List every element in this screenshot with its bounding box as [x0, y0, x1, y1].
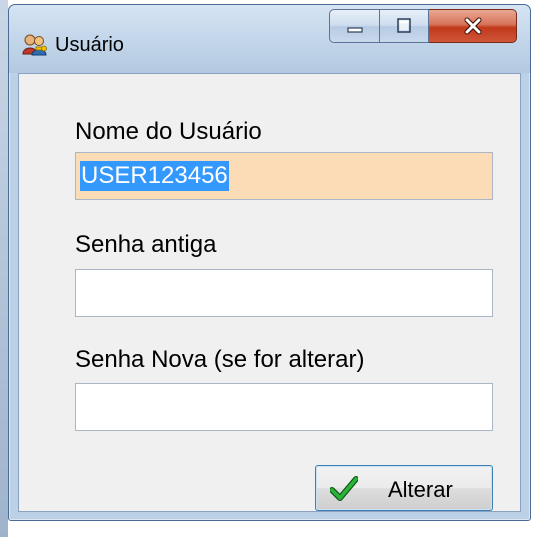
window-title: Usuário	[55, 34, 124, 57]
username-label: Nome do Usuário	[75, 118, 262, 146]
user-dialog-window: Usuário	[8, 4, 531, 521]
old-password-label: Senha antiga	[75, 231, 216, 259]
dialog-client-area: Nome do Usuário USER123456 Senha antiga …	[18, 73, 521, 512]
title-bar[interactable]: Usuário	[9, 5, 530, 73]
maximize-icon	[394, 16, 414, 36]
window-controls	[329, 9, 517, 45]
background-window-edge	[0, 0, 8, 537]
old-password-field[interactable]	[75, 269, 493, 317]
minimize-icon	[345, 16, 365, 36]
change-button-label: Alterar	[388, 477, 453, 503]
new-password-label: Senha Nova (se for alterar)	[75, 346, 364, 374]
close-icon	[462, 16, 484, 36]
screen: Usuário	[0, 0, 535, 537]
users-key-icon	[22, 33, 48, 57]
minimize-button[interactable]	[329, 9, 379, 43]
close-button[interactable]	[429, 9, 517, 43]
maximize-button[interactable]	[379, 9, 429, 43]
username-value: USER123456	[80, 161, 229, 191]
change-button[interactable]: Alterar	[315, 465, 493, 511]
checkmark-icon	[330, 476, 358, 502]
username-field[interactable]: USER123456	[75, 152, 493, 200]
new-password-field[interactable]	[75, 383, 493, 431]
